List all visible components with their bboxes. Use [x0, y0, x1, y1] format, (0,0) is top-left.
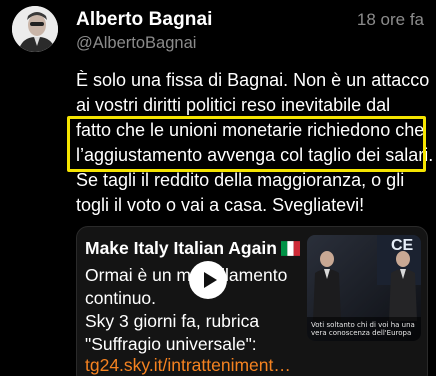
- timestamp: 18 ore fa: [356, 10, 424, 29]
- tweet-line: fatto che le unioni monetarie richiedono…: [76, 120, 425, 140]
- author-handle[interactable]: @AlbertoBagnai: [76, 34, 196, 53]
- card-title: Make Italy Italian Again: [85, 238, 277, 258]
- tweet-line: l’aggiustamento avvenga col taglio dei s…: [76, 145, 434, 165]
- thumbnail-caption: Voti soltanto chi di voi ha una vera con…: [311, 321, 415, 337]
- thumbnail-overlay-text: CE: [391, 237, 414, 254]
- profile-photo: [12, 6, 58, 52]
- tweet-line: È solo una fissa di Bagnai. Non è un att…: [76, 70, 430, 90]
- card-link[interactable]: tg24.sky.it/intratteniment…: [85, 355, 291, 376]
- card-description-line: "Suffragio universale":: [85, 334, 257, 354]
- play-icon[interactable]: [189, 261, 227, 299]
- italian-flag-icon: [280, 241, 300, 256]
- tweet-line: Se tagli il reddito della maggioranza, o…: [76, 170, 405, 190]
- tweet-line: togli il voto o vai a casa. Svegliatevi!: [76, 195, 365, 215]
- avatar[interactable]: [12, 6, 58, 52]
- tweet-line: ai vostri diritti politici reso inevitab…: [76, 95, 391, 115]
- link-preview-card[interactable]: Make Italy Italian Again Ormai è un mart…: [76, 226, 428, 376]
- author-name[interactable]: Alberto Bagnai: [76, 9, 213, 31]
- card-title-row: Make Italy Italian Again: [85, 238, 300, 259]
- tweet-body: È solo una fissa di Bagnai. Non è un att…: [76, 68, 434, 218]
- video-thumbnail[interactable]: CE Voti soltanto chi di voi ha una vera …: [307, 235, 421, 341]
- card-description-line: Sky 3 giorni fa, rubrica: [85, 311, 260, 331]
- play-triangle: [204, 272, 217, 288]
